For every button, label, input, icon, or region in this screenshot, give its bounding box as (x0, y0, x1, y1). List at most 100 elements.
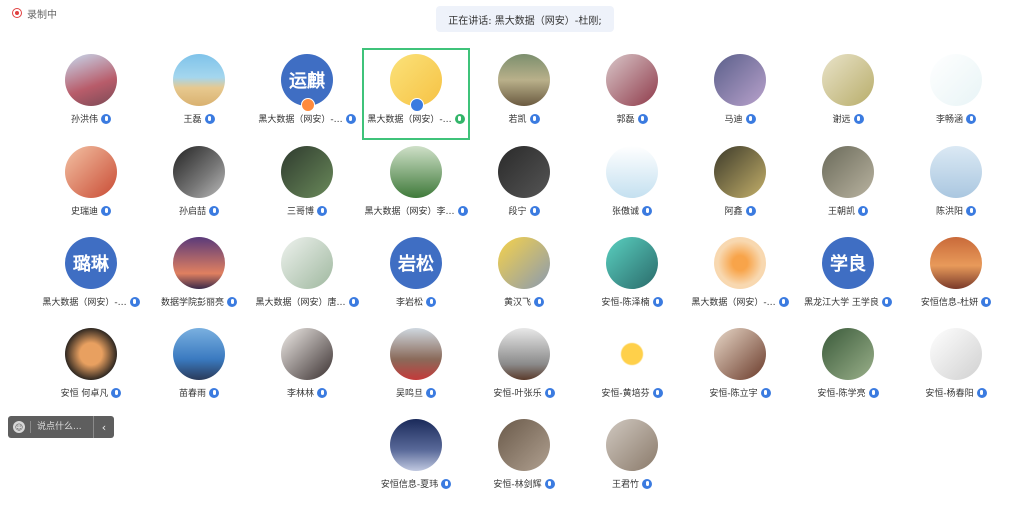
participant-name: 安恒-陈立宇 (709, 389, 758, 399)
participant-tile[interactable]: 张傲诚 (578, 140, 686, 232)
participant-tile[interactable]: 郭磊 (578, 48, 686, 140)
participant-name-row: 安恒-陈学亮 (817, 386, 879, 399)
avatar-container (498, 328, 550, 380)
participant-tile[interactable]: 孙启喆 (145, 140, 253, 232)
chat-bar[interactable]: ☺ 说点什么... ‹ (8, 416, 114, 438)
participant-tile[interactable]: 谢远 (794, 48, 902, 140)
participant-name-row: 张傲诚 (612, 204, 652, 217)
participant-tile[interactable]: 孙洪伟 (37, 48, 145, 140)
participant-name-row: 黑大数据（网安）-… (367, 112, 465, 125)
participant-name: 若凯 (508, 115, 527, 125)
microphone-icon (111, 387, 122, 398)
participant-name: 安恒-陈学亮 (817, 389, 866, 399)
microphone-icon (209, 387, 219, 398)
avatar (173, 146, 225, 198)
avatar-container: 学良 (822, 237, 874, 289)
participant-tile[interactable]: 数据学院彭丽亮 (145, 231, 253, 323)
participant-tile[interactable]: 马迪 (686, 48, 794, 140)
microphone-icon (881, 296, 892, 307)
participant-name: 张傲诚 (611, 207, 639, 217)
participant-tile[interactable]: 王朝凯 (794, 140, 902, 232)
participant-tile[interactable]: 安恒信息-夏玮 (362, 413, 470, 505)
emoji-icon[interactable]: ☺ (13, 421, 25, 433)
participant-name: 安恒信息-夏玮 (380, 480, 439, 490)
avatar-container (498, 237, 550, 289)
avatar (498, 146, 550, 198)
participant-tile[interactable]: 岩松 李岩松 (362, 231, 470, 323)
participant-tile[interactable]: 安恒 何卓凡 (37, 322, 145, 414)
avatar (498, 328, 550, 380)
participant-tile[interactable]: 安恒-叶张乐 (470, 322, 578, 414)
participant-tile[interactable]: 李林林 (253, 322, 361, 414)
chat-input[interactable]: 说点什么... (30, 421, 93, 433)
participant-tile[interactable]: 安恒信息-杜妍 (902, 231, 1010, 323)
participant-name-row: 王磊 (183, 112, 215, 125)
avatar-container (65, 146, 117, 198)
participant-tile[interactable]: 若凯 (470, 48, 578, 140)
participant-tile[interactable]: 苗春雨 (145, 322, 253, 414)
avatar-container (930, 54, 982, 106)
microphone-icon (981, 296, 992, 307)
participant-tile[interactable]: 安恒-陈学亮 (794, 322, 902, 414)
microphone-icon (853, 113, 864, 124)
participant-name: 黑龙江大学 王学良 (804, 298, 879, 308)
microphone-icon (529, 113, 540, 124)
collapse-chevron-icon[interactable]: ‹ (93, 416, 114, 438)
participant-tile[interactable]: 黑大数据（网安）-… (686, 231, 794, 323)
avatar-container (390, 328, 442, 380)
participant-name-row: 马迪 (724, 112, 756, 125)
avatar (606, 237, 658, 289)
participant-name: 三哥博 (286, 207, 314, 217)
participant-tile[interactable]: 安恒-杨春阳 (902, 322, 1010, 414)
participant-name: 安恒-陈泽楠 (601, 298, 650, 308)
microphone-icon (317, 205, 327, 216)
participant-tile[interactable]: 学良黑龙江大学 王学良 (794, 231, 902, 323)
avatar-container (390, 54, 442, 112)
participant-tile[interactable]: 运麒 黑大数据（网安）-… (253, 48, 361, 140)
participant-tile[interactable]: 黑大数据（网安）-… (362, 48, 470, 140)
participant-tile[interactable]: 李畅涵 (902, 48, 1010, 140)
participant-name: 阿鑫 (724, 207, 743, 217)
microphone-icon (426, 296, 436, 307)
participant-tile[interactable]: 安恒-陈立宇 (686, 322, 794, 414)
avatar-container (606, 54, 658, 106)
participant-tile[interactable]: 王磊 (145, 48, 253, 140)
microphone-icon (426, 387, 436, 398)
avatar (390, 328, 442, 380)
participant-tile[interactable]: 史瑞迪 (37, 140, 145, 232)
participant-tile[interactable]: 吴鸣旦 (362, 322, 470, 414)
microphone-icon (976, 387, 987, 398)
participant-name-row: 吴鸣旦 (396, 386, 436, 399)
participant-tile[interactable]: 黑大数据（网安）唐… (253, 231, 361, 323)
participant-name-row: 苗春雨 (179, 386, 219, 399)
participant-name-row: 三哥博 (287, 204, 327, 217)
participant-name-row: 史瑞迪 (71, 204, 111, 217)
participant-tile[interactable]: 安恒-黄培芬 (578, 322, 686, 414)
avatar (714, 54, 766, 106)
avatar-container (390, 419, 442, 471)
participant-tile[interactable]: 黑大数据（网安）李… (362, 140, 470, 232)
avatar (65, 54, 117, 106)
participant-tile[interactable]: 璐琳 黑大数据（网安）-… (37, 231, 145, 323)
avatar-container (173, 146, 225, 198)
avatar-container (930, 146, 982, 198)
participant-tile[interactable]: 三哥博 (253, 140, 361, 232)
participant-tile[interactable]: 王君竹 (578, 413, 686, 505)
participant-name: 黑大数据（网安）唐… (255, 298, 346, 308)
participant-tile[interactable]: 段宁 (470, 140, 578, 232)
participant-name-row: 黑大数据（网安）-… (258, 112, 356, 125)
participant-tile[interactable]: 陈洪阳 (902, 140, 1010, 232)
participant-name: 苗春雨 (178, 389, 206, 399)
avatar-container (822, 328, 874, 380)
participant-tile[interactable]: 阿鑫 (686, 140, 794, 232)
avatar-container (714, 54, 766, 106)
participant-tile[interactable]: 安恒-陈泽楠 (578, 231, 686, 323)
participant-name-row: 安恒-陈立宇 (709, 386, 771, 399)
participant-tile[interactable]: 安恒-林剑辉 (470, 413, 578, 505)
avatar (822, 54, 874, 106)
participant-tile[interactable]: 黄汉飞 (470, 231, 578, 323)
participant-name: 安恒-林剑辉 (493, 480, 542, 490)
microphone-icon (441, 478, 452, 489)
participant-name-row: 数据学院彭丽亮 (161, 295, 237, 308)
participant-name-row: 黑龙江大学 王学良 (804, 295, 892, 308)
